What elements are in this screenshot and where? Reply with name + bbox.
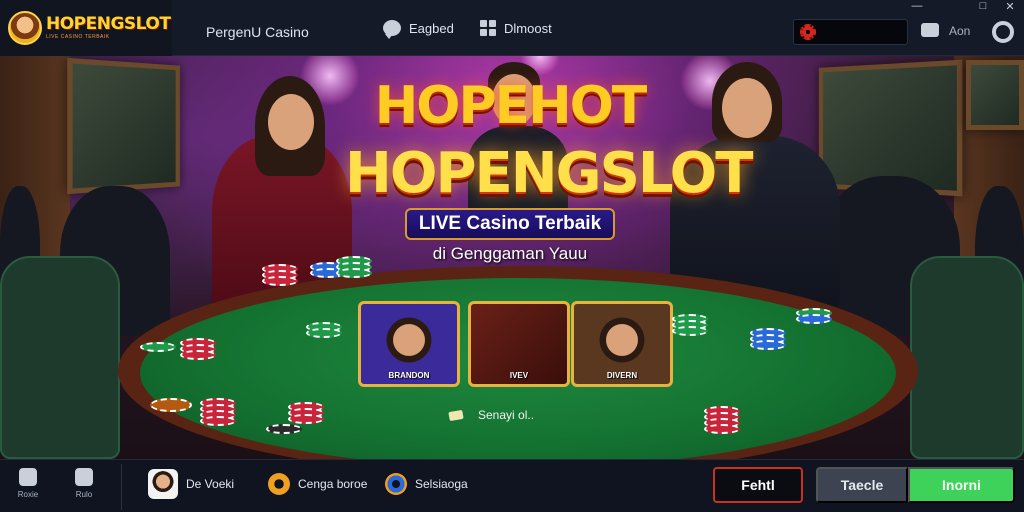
logo-hot-text: HOPEHOT <box>374 76 648 136</box>
chip-stack <box>180 338 216 360</box>
side-button-label: Rulo <box>75 490 93 499</box>
chip-stack <box>200 398 236 426</box>
player-label: De Voeki <box>186 477 235 491</box>
dealer-woman-face <box>268 94 314 150</box>
message-icon[interactable] <box>921 23 939 37</box>
chair <box>0 256 120 459</box>
chip-stack <box>750 328 786 350</box>
player-selsiaoga[interactable]: Selsiaoga <box>385 467 468 501</box>
nav-label: Dlmoost <box>504 20 552 36</box>
maximize-button[interactable]: □ <box>976 0 990 12</box>
game-card[interactable]: IVEV <box>468 301 570 387</box>
tagline-subtitle: di Genggaman Yauu <box>432 244 588 263</box>
avatar <box>148 469 178 499</box>
chip-stack <box>140 342 176 352</box>
side-button-rulo[interactable]: Rulo <box>64 468 104 499</box>
dealer-man-face <box>722 78 772 138</box>
chip-stack <box>266 424 302 434</box>
chat-icon <box>383 20 401 39</box>
chip-stack <box>336 256 372 278</box>
user-label[interactable]: Aon <box>949 24 970 38</box>
game-card[interactable]: BRANDON <box>358 301 460 387</box>
game-card[interactable]: DIVERN <box>571 301 673 387</box>
fold-button[interactable]: Fehtl <box>713 467 803 503</box>
chip-stack <box>150 398 192 412</box>
hero-logo: HOPEHOT HOPENGSLOT LIVE Casino Terbaik d… <box>345 76 753 264</box>
logo-main-text: HOPENGSLOT <box>345 141 753 206</box>
chip-stack <box>262 264 298 286</box>
chip-stack <box>288 402 324 424</box>
chip-stack <box>704 406 740 434</box>
game-card-label: IVEV <box>509 371 529 380</box>
page-title: PergenU Casino <box>206 24 309 40</box>
tagline-banner: LIVE Casino Terbaik <box>404 208 616 240</box>
player-de-voeki[interactable]: De Voeki <box>148 467 234 501</box>
player-cenga-boroe[interactable]: Cenga boroe <box>268 467 367 501</box>
close-button[interactable]: ✕ <box>1003 0 1017 13</box>
search-input[interactable] <box>793 19 908 45</box>
normal-button[interactable]: Inorni <box>908 467 1015 503</box>
settings-icon[interactable] <box>992 21 1014 43</box>
brand-avatar-icon <box>8 10 42 45</box>
chip-stack <box>672 314 708 336</box>
coin-icon <box>268 473 290 495</box>
divider <box>121 464 122 510</box>
nav-item-eagbed[interactable]: Eagbed <box>383 20 454 39</box>
tackle-button[interactable]: Taecle <box>816 467 908 503</box>
table-note: Senayi ol.. <box>478 408 535 422</box>
grid-icon <box>480 20 496 36</box>
side-button-roxie[interactable]: Roxie <box>8 468 48 499</box>
game-card-label: DIVERN <box>606 371 638 380</box>
home-icon <box>19 468 37 486</box>
nav-label: Eagbed <box>409 20 454 36</box>
app-window: HOPENGSLOT LIVE CASINO TERBAIK PergenU C… <box>0 0 1024 512</box>
game-card-label: BRANDON <box>388 371 430 380</box>
bottom-bar: Roxie Rulo De Voeki Cenga boroe Selsiaog… <box>0 459 1024 512</box>
casino-scene: HOPEHOT HOPENGSLOT LIVE Casino Terbaik d… <box>0 56 1024 459</box>
brand-logo[interactable]: HOPENGSLOT LIVE CASINO TERBAIK <box>0 0 172 56</box>
brand-name: HOPENGSLOT <box>46 13 171 34</box>
chair <box>910 256 1024 459</box>
coin-icon <box>385 473 407 495</box>
side-button-label: Roxie <box>17 490 39 499</box>
chip-stack <box>796 308 832 324</box>
wall-screen <box>67 57 180 195</box>
player-label: Cenga boroe <box>298 477 368 491</box>
minimize-button[interactable]: — <box>910 0 924 12</box>
lock-icon <box>75 468 93 486</box>
player-label: Selsiaoga <box>415 477 468 491</box>
chip-stack <box>306 322 342 338</box>
brand-subtitle: LIVE CASINO TERBAIK <box>46 33 110 40</box>
nav-item-dlmoost[interactable]: Dlmoost <box>480 20 552 36</box>
top-bar: HOPENGSLOT LIVE CASINO TERBAIK PergenU C… <box>0 0 1024 56</box>
wall-screen <box>966 60 1024 130</box>
chip-icon <box>800 24 816 40</box>
